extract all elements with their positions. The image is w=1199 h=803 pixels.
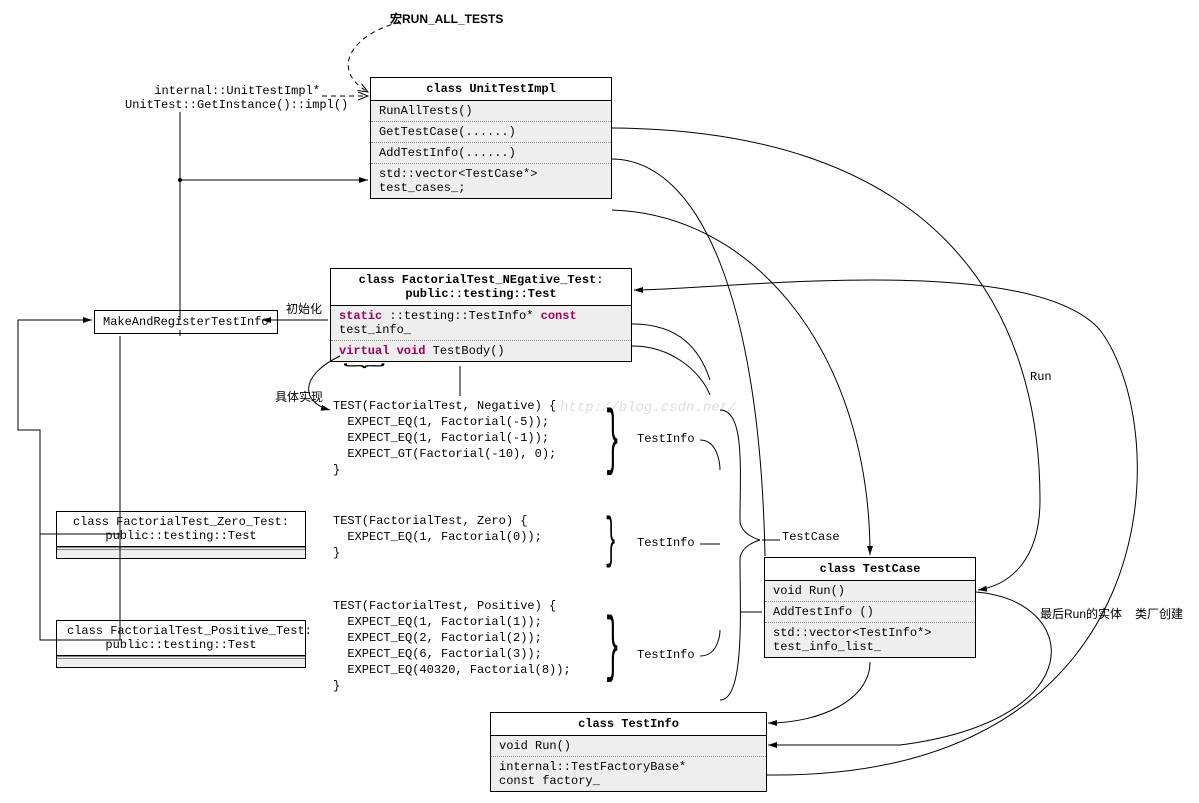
unittestimpl-pointer-label: internal::UnitTestImpl* UnitTest::GetIns… bbox=[125, 84, 320, 112]
box-zero-test: class FactorialTest_Zero_Test: public::t… bbox=[56, 511, 306, 559]
unittestimpl-runalltests: RunAllTests() bbox=[371, 101, 611, 122]
negative-test-title: class FactorialTest_NEgative_Test: publi… bbox=[331, 269, 631, 306]
watermark: http://blog.csdn.net/ bbox=[560, 400, 736, 416]
testcase-testinfolist: std::vector<TestInfo*> test_info_list_ bbox=[765, 623, 975, 657]
zero-test-title: class FactorialTest_Zero_Test: public::t… bbox=[57, 512, 305, 547]
testcase-title: class TestCase bbox=[765, 558, 975, 581]
negative-test-testinfo: static ::testing::TestInfo* const test_i… bbox=[331, 306, 631, 341]
testinfo-label-1: TestInfo bbox=[637, 432, 695, 446]
impl-label: 具体实现 bbox=[275, 388, 323, 405]
box-testinfo: class TestInfo void Run() internal::Test… bbox=[490, 712, 767, 792]
box-negative-test: class FactorialTest_NEgative_Test: publi… bbox=[330, 268, 632, 362]
testcase-addtestinfo: AddTestInfo () bbox=[765, 602, 975, 623]
code-negative: TEST(FactorialTest, Negative) { EXPECT_E… bbox=[333, 398, 556, 478]
testinfo-factory: internal::TestFactoryBase* const factory… bbox=[491, 757, 766, 791]
box-positive-test: class FactorialTest_Positive_Test: publi… bbox=[56, 620, 306, 668]
brace-code2: } bbox=[605, 513, 617, 569]
unittestimpl-addtestinfo: AddTestInfo(......) bbox=[371, 143, 611, 164]
testinfo-run: void Run() bbox=[491, 736, 766, 757]
brace-under-negtest: ﹜ bbox=[333, 355, 395, 377]
unittestimpl-testcases: std::vector<TestCase*> test_cases_; bbox=[371, 164, 611, 198]
unittestimpl-title: class UnitTestImpl bbox=[371, 78, 611, 101]
testinfo-label-2: TestInfo bbox=[637, 536, 695, 550]
run-label: Run bbox=[1030, 370, 1052, 384]
macro-label: 宏RUN_ALL_TESTS bbox=[390, 10, 503, 27]
init-label: 初始化 bbox=[286, 300, 322, 317]
box-testcase: class TestCase void Run() AddTestInfo ()… bbox=[764, 557, 976, 658]
brace-code3: } bbox=[605, 612, 620, 684]
run-entity-label: 最后Run的实体 bbox=[1040, 605, 1122, 622]
box-makeandregister: MakeAndRegisterTestInfo bbox=[94, 310, 278, 334]
positive-test-title: class FactorialTest_Positive_Test: publi… bbox=[57, 621, 305, 656]
testinfo-title: class TestInfo bbox=[491, 713, 766, 736]
code-zero: TEST(FactorialTest, Zero) { EXPECT_EQ(1,… bbox=[333, 513, 542, 561]
testinfo-label-3: TestInfo bbox=[637, 648, 695, 662]
testcase-run: void Run() bbox=[765, 581, 975, 602]
brace-code1: } bbox=[605, 405, 620, 477]
testcase-big-label: TestCase bbox=[782, 530, 840, 544]
code-positive: TEST(FactorialTest, Positive) { EXPECT_E… bbox=[333, 598, 571, 694]
unittestimpl-gettestcase: GetTestCase(......) bbox=[371, 122, 611, 143]
factory-label: 类厂创建 bbox=[1135, 605, 1183, 622]
box-unittestimpl: class UnitTestImpl RunAllTests() GetTest… bbox=[370, 77, 612, 199]
